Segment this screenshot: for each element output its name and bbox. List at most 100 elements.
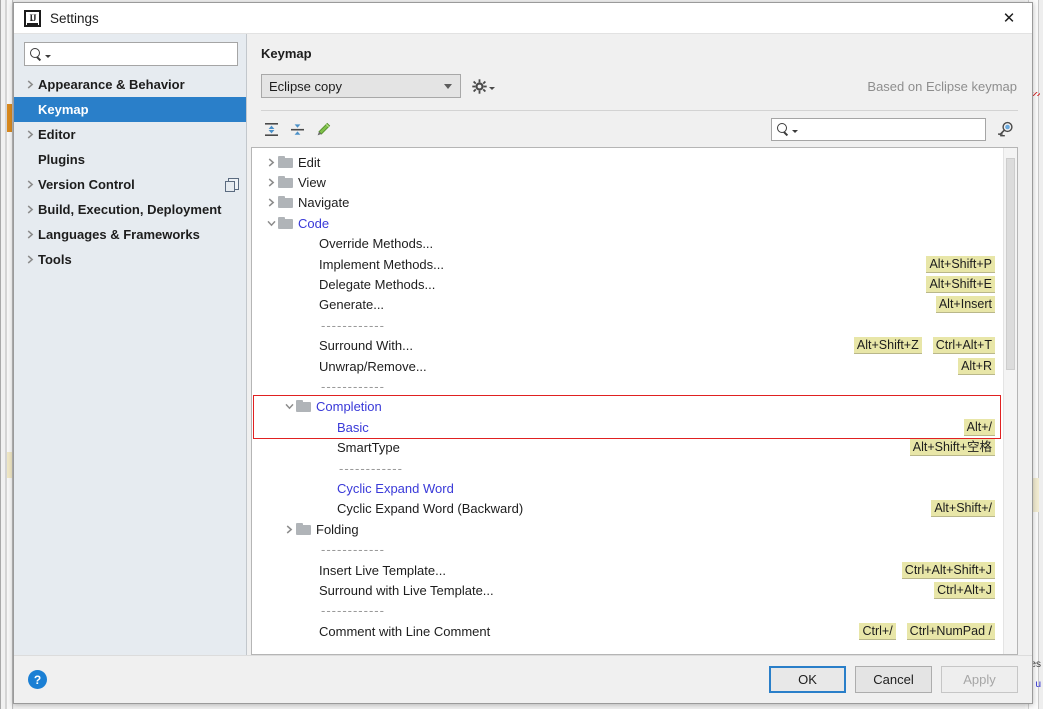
tree-action-label: SmartType (337, 440, 400, 456)
tree-separator-label: ------------ (339, 460, 403, 476)
shortcut-badge: Ctrl+NumPad / (906, 622, 995, 640)
background-left-strip (0, 0, 14, 709)
collapse-all-button[interactable] (284, 117, 310, 141)
keymap-tree[interactable]: Edit View Navigate Code Override Methods... I… (252, 148, 1003, 654)
expand-all-icon (264, 122, 279, 137)
tree-action-label: Surround With... (319, 338, 413, 354)
sidebar-item-version-control[interactable]: Version Control (14, 172, 246, 197)
keymap-gear-button[interactable] (472, 78, 495, 94)
keymap-select[interactable]: Eclipse copy (261, 74, 461, 98)
apply-button[interactable]: Apply (941, 666, 1018, 693)
keymap-filter-box[interactable] (771, 117, 986, 141)
sidebar-search-box[interactable] (24, 42, 238, 66)
sidebar-item-keymap[interactable]: Keymap (14, 97, 246, 122)
chevron-right-icon[interactable] (22, 255, 38, 264)
chevron-right-icon[interactable] (282, 525, 296, 534)
tree-row[interactable]: Surround With... Alt+Shift+Z Ctrl+Alt+T (252, 336, 1003, 356)
ok-button[interactable]: OK (769, 666, 846, 693)
tree-separator-label: ------------ (321, 603, 385, 619)
tree-folder-label: Code (298, 215, 330, 231)
shortcut-badge: Alt+Insert (935, 296, 995, 314)
tree-row[interactable]: Basic Alt+/ (252, 417, 1003, 437)
tree-scrollbar-thumb[interactable] (1006, 158, 1015, 370)
folder-icon (296, 522, 311, 536)
tree-action-label: Comment with Line Comment (319, 623, 491, 639)
intellij-idea-icon: IJ (24, 9, 41, 27)
folder-icon (278, 155, 293, 169)
settings-dialog: IJ Settings ✕ Appearance & Behavior Keyma… (13, 2, 1033, 704)
chevron-down-icon[interactable] (282, 402, 296, 411)
tree-row[interactable]: Unwrap/Remove... Alt+R (252, 356, 1003, 376)
chevron-right-icon[interactable] (264, 198, 278, 208)
keymap-filter-input[interactable] (801, 122, 980, 136)
edit-shortcut-button[interactable] (310, 117, 336, 141)
shortcut-badge: Alt+Shift+E (926, 276, 995, 294)
shortcut-list: Alt+Insert (935, 295, 995, 315)
tree-row[interactable]: Completion (252, 397, 1003, 417)
tree-row[interactable]: Implement Methods... Alt+Shift+P (252, 254, 1003, 274)
tree-action-label: Unwrap/Remove... (319, 358, 427, 374)
shortcut-badge: Alt+Shift+Z (853, 337, 922, 355)
tree-folder-label: Completion (316, 399, 382, 415)
tree-row[interactable]: View (252, 172, 1003, 192)
tree-row[interactable]: Cyclic Expand Word (252, 478, 1003, 498)
cancel-button[interactable]: Cancel (855, 666, 932, 693)
tree-row[interactable]: Navigate (252, 193, 1003, 213)
find-by-shortcut-icon (997, 121, 1014, 138)
tree-row[interactable]: Surround with Live Template... Ctrl+Alt+J (252, 580, 1003, 600)
gear-icon (472, 78, 487, 94)
dialog-title: Settings (50, 10, 99, 26)
project-scope-icon (225, 178, 239, 192)
tree-row[interactable]: Insert Live Template... Ctrl+Alt+Shift+J (252, 560, 1003, 580)
tree-row[interactable]: Override Methods... (252, 234, 1003, 254)
tree-row[interactable]: Generate... Alt+Insert (252, 295, 1003, 315)
chevron-right-icon[interactable] (264, 178, 278, 187)
shortcut-list: Alt+Shift+空格 (909, 437, 995, 457)
shortcut-badge: Alt+/ (963, 418, 995, 436)
tree-row[interactable]: SmartType Alt+Shift+空格 (252, 437, 1003, 457)
chevron-right-icon[interactable] (22, 205, 38, 214)
sidebar-item-plugins[interactable]: Plugins (14, 147, 246, 172)
sidebar-item-appearance-behavior[interactable]: Appearance & Behavior (14, 72, 246, 97)
sidebar-item-tools[interactable]: Tools (14, 247, 246, 272)
tree-row[interactable]: Cyclic Expand Word (Backward) Alt+Shift+/ (252, 499, 1003, 519)
keymap-select-value: Eclipse copy (269, 78, 342, 94)
chevron-right-icon[interactable] (22, 230, 38, 239)
tree-row[interactable]: Comment with Line Comment Ctrl+/ Ctrl+NumP… (252, 621, 1003, 641)
shortcut-list: Alt+Shift+P (926, 254, 995, 274)
find-by-shortcut-button[interactable] (992, 117, 1018, 141)
sidebar-item-build-execution-deployment[interactable]: Build, Execution, Deployment (14, 197, 246, 222)
tree-action-label: Surround with Live Template... (319, 582, 494, 598)
tree-separator-label: ------------ (321, 542, 385, 558)
shortcut-list: Ctrl+/ Ctrl+NumPad / (859, 621, 995, 641)
search-icon (30, 47, 43, 61)
sidebar-item-label: Keymap (38, 102, 89, 117)
chevron-right-icon[interactable] (264, 158, 278, 167)
chevron-right-icon[interactable] (22, 80, 38, 89)
shortcut-list: Alt+/ (963, 417, 995, 437)
keymap-tree-container: Edit View Navigate Code Override Methods... I… (251, 147, 1018, 655)
search-input[interactable] (54, 47, 232, 61)
sidebar-item-editor[interactable]: Editor (14, 122, 246, 147)
sidebar-item-label: Appearance & Behavior (38, 77, 185, 92)
background-marker-orange (7, 104, 12, 132)
tree-action-label: Generate... (319, 297, 385, 313)
expand-all-button[interactable] (258, 117, 284, 141)
tree-vertical-scrollbar[interactable] (1003, 148, 1017, 654)
sidebar-item-label: Build, Execution, Deployment (38, 202, 222, 217)
shortcut-badge: Ctrl+/ (859, 622, 896, 640)
close-icon[interactable]: ✕ (986, 3, 1032, 34)
keymap-toolbar (247, 111, 1032, 147)
chevron-right-icon[interactable] (22, 130, 38, 139)
tree-separator-label: ------------ (321, 378, 385, 394)
tree-row[interactable]: Edit (252, 152, 1003, 172)
tree-row[interactable]: Delegate Methods... Alt+Shift+E (252, 274, 1003, 294)
chevron-down-icon[interactable] (264, 219, 278, 228)
tree-separator: ------------ (252, 601, 1003, 621)
help-icon[interactable]: ? (28, 670, 47, 689)
chevron-right-icon[interactable] (22, 180, 38, 189)
sidebar-item-languages-frameworks[interactable]: Languages & Frameworks (14, 222, 246, 247)
tree-row[interactable]: Code (252, 213, 1003, 233)
shortcut-badge: Alt+Shift+/ (931, 500, 995, 518)
tree-row[interactable]: Folding (252, 519, 1003, 539)
